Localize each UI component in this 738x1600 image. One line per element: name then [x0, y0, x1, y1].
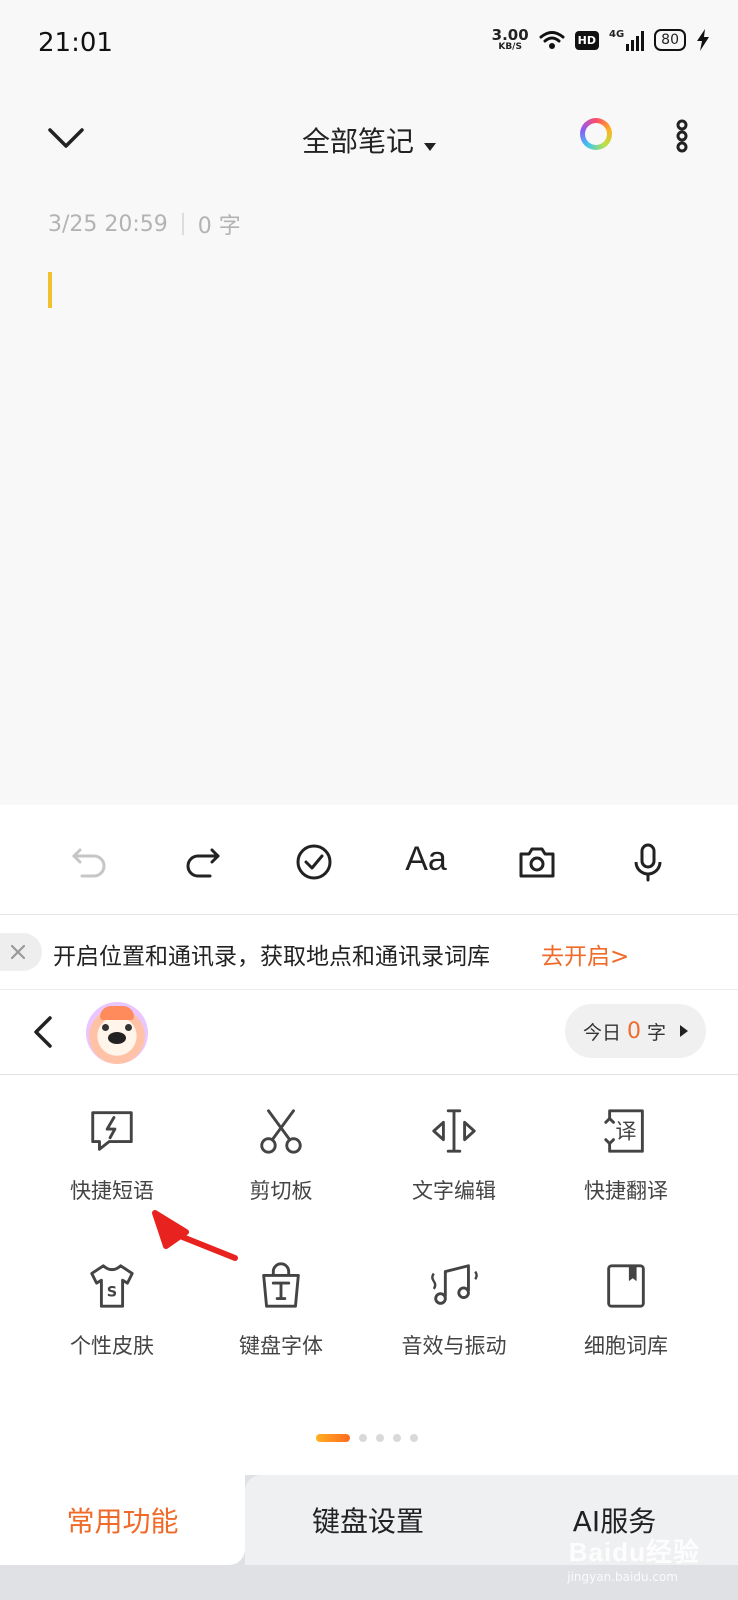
note-date: 3/25 20:59: [48, 211, 168, 237]
text-cursor[interactable]: [48, 272, 52, 308]
camera-icon[interactable]: [515, 840, 559, 884]
function-label: 细胞词库: [584, 1334, 668, 1358]
close-icon: [10, 944, 26, 960]
today-label: 今日: [582, 1021, 621, 1044]
color-palette-icon[interactable]: [580, 118, 612, 150]
checklist-icon[interactable]: [292, 840, 336, 884]
page-dot: [359, 1434, 367, 1442]
function-label: 音效与振动: [401, 1334, 507, 1358]
keyboard-header: 今日 0 字: [0, 990, 738, 1075]
function-skin[interactable]: S 个性皮肤: [20, 1230, 204, 1360]
function-quick-phrase[interactable]: 快捷短语: [20, 1075, 204, 1205]
svg-text:S: S: [107, 1285, 117, 1301]
function-label: 快捷短语: [70, 1179, 154, 1203]
svg-text:译: 译: [615, 1119, 636, 1144]
avatar[interactable]: [86, 1002, 148, 1064]
page-dot: [376, 1434, 384, 1442]
watermark-subtext: jingyan.baidu.com: [567, 1570, 678, 1584]
tab-common-functions[interactable]: 常用功能: [0, 1475, 245, 1565]
translate-icon: 译: [604, 1109, 644, 1153]
function-label: 快捷翻译: [584, 1179, 668, 1203]
divider: [181, 213, 184, 235]
enable-permission-link[interactable]: 去开启>: [541, 937, 629, 971]
page-indicator: [316, 1434, 418, 1442]
notes-filter-dropdown[interactable]: 全部笔记: [0, 120, 738, 160]
status-time: 21:01: [38, 28, 113, 58]
function-cell-dictionary[interactable]: 细胞词库: [534, 1230, 718, 1360]
quick-phrase-icon: [91, 1111, 133, 1151]
page-title: 全部笔记: [301, 125, 414, 158]
network-speed: 3.00 KB/S: [492, 28, 529, 52]
function-label: 剪切板: [249, 1179, 313, 1203]
font-style-button[interactable]: Aa: [396, 837, 456, 881]
wifi-icon: [539, 31, 565, 49]
function-quick-translate[interactable]: 译 快捷翻译: [534, 1075, 718, 1205]
battery-indicator: 80: [654, 29, 686, 51]
text-edit-icon: [432, 1109, 476, 1153]
editor-toolbar: Aa: [0, 805, 738, 915]
microphone-icon[interactable]: [626, 840, 670, 884]
function-label: 键盘字体: [239, 1334, 323, 1358]
network-speed-unit: KB/S: [498, 42, 522, 52]
status-bar: 21:01 3.00 KB/S HD 4G 80: [0, 0, 738, 90]
status-icons: 3.00 KB/S HD 4G 80: [492, 28, 710, 52]
tab-keyboard-settings[interactable]: 键盘设置: [245, 1475, 491, 1565]
tshirt-icon: S: [90, 1264, 134, 1308]
scissors-icon: [260, 1109, 302, 1154]
back-chevron-icon[interactable]: [28, 1012, 58, 1052]
permission-text: 开启位置和通讯录，获取地点和通讯录词库: [53, 944, 490, 970]
close-banner-button[interactable]: [0, 933, 42, 971]
more-options-icon[interactable]: [670, 118, 694, 154]
font-bag-icon: [262, 1262, 300, 1308]
function-sound-vibration[interactable]: 音效与振动: [362, 1230, 546, 1360]
charging-icon: [697, 29, 709, 51]
network-speed-value: 3.00: [491, 26, 529, 44]
function-panel: 快捷短语 剪切板 文字编辑 译 快捷翻译 S 个性皮肤 键盘字体 音效与振动 细…: [0, 1075, 738, 1475]
today-count: 0: [627, 1018, 641, 1044]
dropdown-caret-icon: [424, 142, 436, 151]
top-bar: 全部笔记: [0, 100, 738, 180]
note-meta: 3/25 20:59 0 字: [48, 208, 241, 240]
function-label: 个性皮肤: [70, 1334, 154, 1358]
hd-badge: HD: [574, 30, 599, 50]
undo-icon[interactable]: [68, 840, 112, 884]
network-type: 4G: [609, 29, 625, 40]
function-text-edit[interactable]: 文字编辑: [362, 1075, 546, 1205]
function-clipboard[interactable]: 剪切板: [189, 1075, 373, 1205]
page-dot: [410, 1434, 418, 1442]
watermark: Baidu经验: [568, 1537, 700, 1567]
permission-banner: 开启位置和通讯录，获取地点和通讯录词库 去开启>: [0, 915, 738, 990]
page-dot-active: [316, 1434, 350, 1442]
note-word-count: 0 字: [197, 214, 241, 239]
book-icon: [607, 1264, 645, 1308]
redo-icon[interactable]: [180, 840, 224, 884]
cellular-signal-icon: 4G: [609, 29, 645, 51]
page-dot: [393, 1434, 401, 1442]
music-note-icon: [431, 1264, 478, 1305]
function-keyboard-font[interactable]: 键盘字体: [189, 1230, 373, 1360]
today-unit: 字: [647, 1021, 667, 1044]
play-arrow-icon: [680, 1025, 689, 1037]
today-word-count-button[interactable]: 今日 0 字: [565, 1004, 706, 1058]
function-label: 文字编辑: [412, 1179, 496, 1203]
